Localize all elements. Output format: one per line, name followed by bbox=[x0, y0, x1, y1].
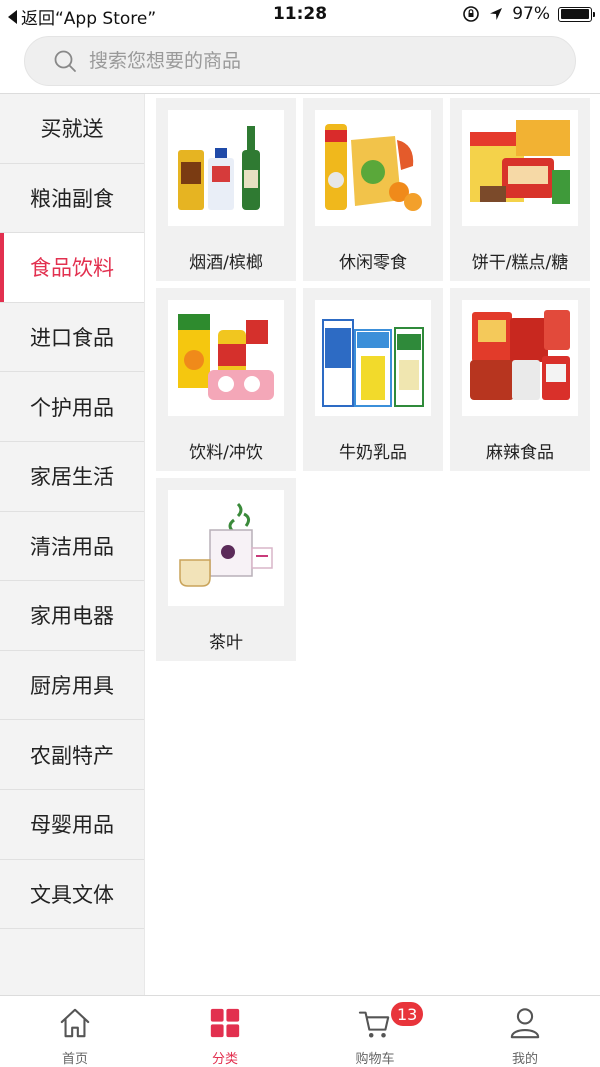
subcategory-item[interactable]: 麻辣食品 bbox=[450, 288, 590, 471]
milk-product-image[interactable] bbox=[315, 300, 431, 416]
tab-mine[interactable]: 我的 bbox=[450, 996, 600, 1067]
sidebar-item[interactable]: 买就送 bbox=[0, 94, 144, 164]
subcategory-item[interactable]: 饼干/糕点/糖 bbox=[450, 98, 590, 281]
beverage-product-image[interactable] bbox=[168, 300, 284, 416]
back-label[interactable]: 返回“App Store” bbox=[21, 4, 156, 29]
subcategory-item[interactable]: 饮料/冲饮 bbox=[156, 288, 296, 471]
tab-cart-label[interactable]: 购物车 bbox=[355, 1048, 394, 1067]
subcategory-label[interactable]: 饮料/冲饮 bbox=[189, 438, 263, 463]
sidebar-item[interactable]: 母婴用品 bbox=[0, 790, 144, 860]
tab-category[interactable]: 分类 bbox=[150, 996, 300, 1067]
sidebar-item[interactable]: 个护用品 bbox=[0, 372, 144, 442]
category-sidebar: 买就送 粮油副食 食品饮料 进口食品 个护用品 家居生活 清洁用品 家用电器 厨房用具 农副特产母… bbox=[0, 94, 145, 995]
location-arrow-icon bbox=[490, 8, 503, 20]
liquor-product-image[interactable] bbox=[168, 110, 284, 226]
subcategory-label[interactable]: 休闲零食 bbox=[339, 248, 407, 273]
battery-percent: 97% bbox=[512, 4, 550, 24]
back-to-app-store[interactable]: 返回“App Store” bbox=[8, 4, 156, 29]
cart-count-badge: 13 bbox=[389, 1000, 426, 1028]
sidebar-item[interactable]: 进口食品 bbox=[0, 303, 144, 373]
biscuits-product-image[interactable] bbox=[462, 110, 578, 226]
tab-cart[interactable]: 购物车 bbox=[300, 996, 450, 1067]
subcategory-item[interactable]: 烟酒/槟榔 bbox=[156, 98, 296, 281]
bottom-tab-bar: 首页 分类 购物车 我的 bbox=[0, 995, 600, 1067]
search-bar[interactable] bbox=[24, 36, 576, 86]
tab-mine-label[interactable]: 我的 bbox=[512, 1048, 538, 1067]
tab-home-label[interactable]: 首页 bbox=[62, 1048, 88, 1067]
tab-home[interactable]: 首页 bbox=[0, 996, 150, 1067]
search-icon bbox=[54, 50, 76, 72]
subcategory-grid: 烟酒/槟榔 休闲零食 饼干/糕点/糖饮料/冲饮 牛奶乳品 麻辣食品茶叶 bbox=[156, 98, 598, 661]
status-bar: 返回“App Store” 11:28 97% bbox=[0, 0, 600, 30]
spicy-food-product-image[interactable] bbox=[462, 300, 578, 416]
tab-category-label[interactable]: 分类 bbox=[212, 1048, 238, 1067]
subcategory-label[interactable]: 饼干/糕点/糖 bbox=[472, 248, 568, 273]
snacks-product-image[interactable] bbox=[315, 110, 431, 226]
sidebar-item[interactable]: 粮油副食 bbox=[0, 164, 144, 234]
subcategory-label[interactable]: 烟酒/槟榔 bbox=[189, 248, 263, 273]
sidebar-item[interactable]: 农副特产 bbox=[0, 720, 144, 790]
sidebar-item[interactable]: 食品饮料 bbox=[0, 233, 144, 303]
subcategory-item[interactable]: 牛奶乳品 bbox=[303, 288, 443, 471]
sidebar-item[interactable]: 家用电器 bbox=[0, 581, 144, 651]
category-grid-icon[interactable] bbox=[207, 1006, 243, 1040]
sidebar-item[interactable]: 清洁用品 bbox=[0, 512, 144, 582]
subcategory-item[interactable]: 茶叶 bbox=[156, 478, 296, 661]
sidebar-item[interactable]: 厨房用具 bbox=[0, 651, 144, 721]
subcategory-panel: 烟酒/槟榔 休闲零食 饼干/糕点/糖饮料/冲饮 牛奶乳品 麻辣食品茶叶 bbox=[145, 94, 600, 995]
battery-level bbox=[560, 9, 589, 19]
user-icon[interactable] bbox=[507, 1006, 543, 1040]
subcategory-label[interactable]: 茶叶 bbox=[209, 628, 243, 653]
sidebar-item[interactable]: 家居生活 bbox=[0, 442, 144, 512]
status-indicators: 97% bbox=[462, 4, 595, 24]
battery-icon bbox=[558, 6, 595, 22]
sidebar-item[interactable]: 文具文体 bbox=[0, 860, 144, 930]
orientation-lock-icon bbox=[463, 6, 480, 22]
subcategory-label[interactable]: 麻辣食品 bbox=[486, 438, 554, 463]
subcategory-label[interactable]: 牛奶乳品 bbox=[339, 438, 407, 463]
back-arrow-icon[interactable] bbox=[8, 9, 17, 24]
tea-product-image[interactable] bbox=[168, 490, 284, 606]
home-icon[interactable] bbox=[57, 1006, 93, 1040]
subcategory-item[interactable]: 休闲零食 bbox=[303, 98, 443, 281]
search-input[interactable] bbox=[89, 50, 509, 72]
